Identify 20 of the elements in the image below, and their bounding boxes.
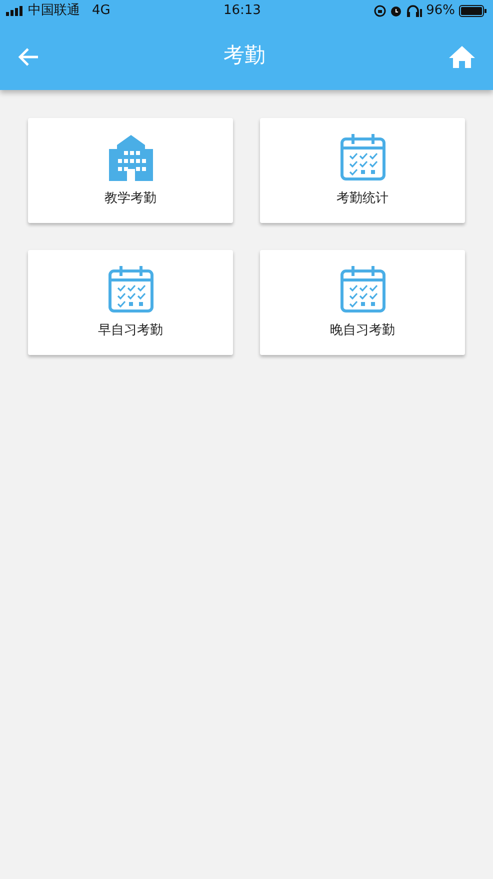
menu-tile[interactable]: 晚自习考勤 [260,250,465,355]
page-title: 考勤 [224,42,266,70]
calendar-check-icon [340,132,386,181]
home-icon [449,46,475,68]
menu-tile[interactable]: 教学考勤 [28,118,233,223]
rotation-lock-icon [374,5,386,17]
network-type: 4G [92,2,110,20]
battery-icon [458,5,487,17]
menu-tile[interactable]: 早自习考勤 [28,250,233,355]
building-icon [106,132,154,181]
calendar-check-icon [108,264,154,313]
carrier-name: 中国联通 [28,2,80,20]
battery-percent: 96% [426,2,455,20]
headphones-icon [406,5,422,17]
clock-time: 16:13 [223,2,261,20]
menu-tile[interactable]: 考勤统计 [260,118,465,223]
alarm-icon [390,5,402,17]
signal-icon [6,6,24,16]
calendar-check-icon [340,264,386,313]
back-arrow-icon [18,46,40,67]
